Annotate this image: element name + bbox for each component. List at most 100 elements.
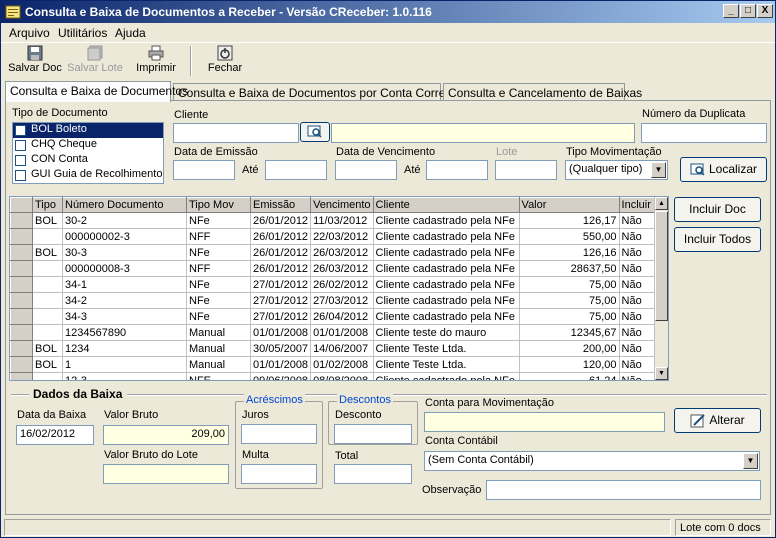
cell-vencimento[interactable]: 26/04/2012 [310,308,374,325]
alterar-button[interactable]: Alterar [674,408,761,433]
col-header-valor[interactable]: Valor [518,197,620,213]
cell-tipo[interactable] [32,228,63,245]
row-indicator[interactable] [10,324,33,341]
cell-valor[interactable]: 120,00 [519,356,620,373]
cell-tipo[interactable]: BOL [32,340,63,357]
cell-cliente[interactable]: Cliente Teste Ltda. [373,340,520,357]
save-lote-button[interactable]: Salvar Lote [65,45,125,79]
desconto-field[interactable] [334,424,412,444]
row-indicator[interactable] [10,260,33,277]
numero-duplicata-field[interactable] [641,123,767,143]
cell-valor[interactable]: 75,00 [519,292,620,309]
cell-tipo-mov[interactable]: NFe [186,212,251,229]
cell-numero[interactable]: 30-2 [62,212,187,229]
cell-cliente[interactable]: Cliente Teste Ltda. [373,356,520,373]
list-item[interactable]: BOL Boleto [13,123,163,138]
cell-emissao[interactable]: 26/01/2012 [250,212,312,229]
row-indicator[interactable] [10,212,33,229]
table-row[interactable]: BOL 30-3 NFe 26/01/2012 26/03/2012 Cliente ca… [10,244,662,261]
cell-emissao[interactable]: 30/05/2007 [250,340,312,357]
cell-cliente[interactable]: Cliente cadastrado pela NFe [373,292,520,309]
cell-tipo[interactable] [32,276,63,293]
cell-valor[interactable]: 75,00 [519,276,620,293]
cell-vencimento[interactable]: 08/08/2008 [310,372,374,380]
cell-emissao[interactable]: 26/01/2012 [250,260,312,277]
cell-valor[interactable]: 75,00 [519,308,620,325]
row-indicator[interactable] [10,308,33,325]
cell-valor[interactable]: 126,17 [519,212,620,229]
cell-tipo[interactable] [32,292,63,309]
row-indicator[interactable] [10,292,33,309]
data-baixa-field[interactable]: 16/02/2012 [16,425,94,445]
close-button[interactable]: Fechar [201,45,249,79]
grid-scrollbar[interactable]: ▲ ▼ [654,197,668,380]
print-button[interactable]: Imprimir [133,45,179,79]
table-row[interactable]: 34-3 NFe 27/01/2012 26/04/2012 Cliente cadas… [10,308,662,325]
cell-valor[interactable]: 200,00 [519,340,620,357]
localizar-button[interactable]: Localizar [680,157,767,182]
table-row[interactable]: 1234567890 Manual 01/01/2008 01/01/2008 Clie… [10,324,662,341]
maximize-button[interactable]: □ [740,4,756,18]
row-indicator[interactable] [10,372,33,380]
cliente-search-button[interactable] [300,122,330,142]
list-item[interactable]: CHQ Cheque [13,138,163,153]
cell-tipo[interactable] [32,324,63,341]
row-indicator[interactable] [10,340,33,357]
cell-tipo-mov[interactable]: Manual [186,356,251,373]
cell-emissao[interactable]: 09/06/2008 [250,372,312,380]
cell-numero[interactable]: 1234567890 [62,324,187,341]
cell-numero[interactable]: 34-2 [62,292,187,309]
cell-numero[interactable]: 1 [62,356,187,373]
cell-valor[interactable]: 126,16 [519,244,620,261]
col-header-cliente[interactable]: Cliente [372,197,520,213]
table-row[interactable]: 000000008-3 NFF 26/01/2012 26/03/2012 Client… [10,260,662,277]
col-header-vencimento[interactable]: Vencimento [310,197,374,213]
documents-grid[interactable]: Tipo Número Documento Tipo Mov Emissão V… [9,196,669,381]
incluir-todos-button[interactable]: Incluir Todos [674,227,761,252]
checkbox[interactable] [15,170,26,181]
checkbox[interactable] [15,155,26,166]
chevron-down-icon[interactable]: ▼ [651,162,666,178]
cell-emissao[interactable]: 27/01/2012 [250,308,312,325]
checkbox[interactable] [15,140,26,151]
cell-tipo[interactable]: BOL [32,212,63,229]
cell-tipo-mov[interactable]: NFe [186,308,251,325]
cell-valor[interactable]: 28637,50 [519,260,620,277]
data-vencimento-from-field[interactable] [335,160,397,180]
cell-tipo[interactable] [32,372,63,380]
cell-vencimento[interactable]: 26/03/2012 [310,244,374,261]
cell-vencimento[interactable]: 01/02/2008 [310,356,374,373]
cell-tipo-mov[interactable]: NFF [186,260,251,277]
cell-valor[interactable]: 61,24 [519,372,620,380]
cell-vencimento[interactable]: 26/02/2012 [310,276,374,293]
lote-field[interactable] [495,160,557,180]
cell-numero[interactable]: 12-3 [62,372,187,380]
juros-field[interactable] [241,424,317,444]
cell-tipo[interactable] [32,260,63,277]
col-header-emissao[interactable]: Emissão [249,197,312,213]
data-vencimento-to-field[interactable] [426,160,488,180]
cell-numero[interactable]: 34-1 [62,276,187,293]
cliente-code-field[interactable] [173,123,299,143]
cell-vencimento[interactable]: 11/03/2012 [310,212,374,229]
total-field[interactable] [334,464,412,484]
table-row[interactable]: BOL 30-2 NFe 26/01/2012 11/03/2012 Cliente ca… [10,212,662,229]
scroll-down-icon[interactable]: ▼ [655,367,668,380]
cell-tipo-mov[interactable]: NFE [186,372,251,380]
conta-movimentacao-field[interactable] [424,412,665,432]
row-indicator[interactable] [10,276,33,293]
cell-emissao[interactable]: 27/01/2012 [250,276,312,293]
cell-cliente[interactable]: Cliente cadastrado pela NFe [373,276,520,293]
data-emissao-from-field[interactable] [173,160,235,180]
cell-cliente[interactable]: Cliente cadastrado pela NFe [373,228,520,245]
valor-bruto-lote-field[interactable] [103,464,229,484]
table-row[interactable]: BOL 1234 Manual 30/05/2007 14/06/2007 Cliente… [10,340,662,357]
cell-numero[interactable]: 30-3 [62,244,187,261]
col-header-numero[interactable]: Número Documento [62,197,187,213]
cell-vencimento[interactable]: 14/06/2007 [310,340,374,357]
cell-tipo-mov[interactable]: NFe [186,276,251,293]
table-row[interactable]: 34-1 NFe 27/01/2012 26/02/2012 Cliente cadas… [10,276,662,293]
menu-ajuda[interactable]: Ajuda [115,26,146,40]
table-row[interactable]: 34-2 NFe 27/01/2012 27/03/2012 Cliente cadas… [10,292,662,309]
cell-emissao[interactable]: 01/01/2008 [250,356,312,373]
